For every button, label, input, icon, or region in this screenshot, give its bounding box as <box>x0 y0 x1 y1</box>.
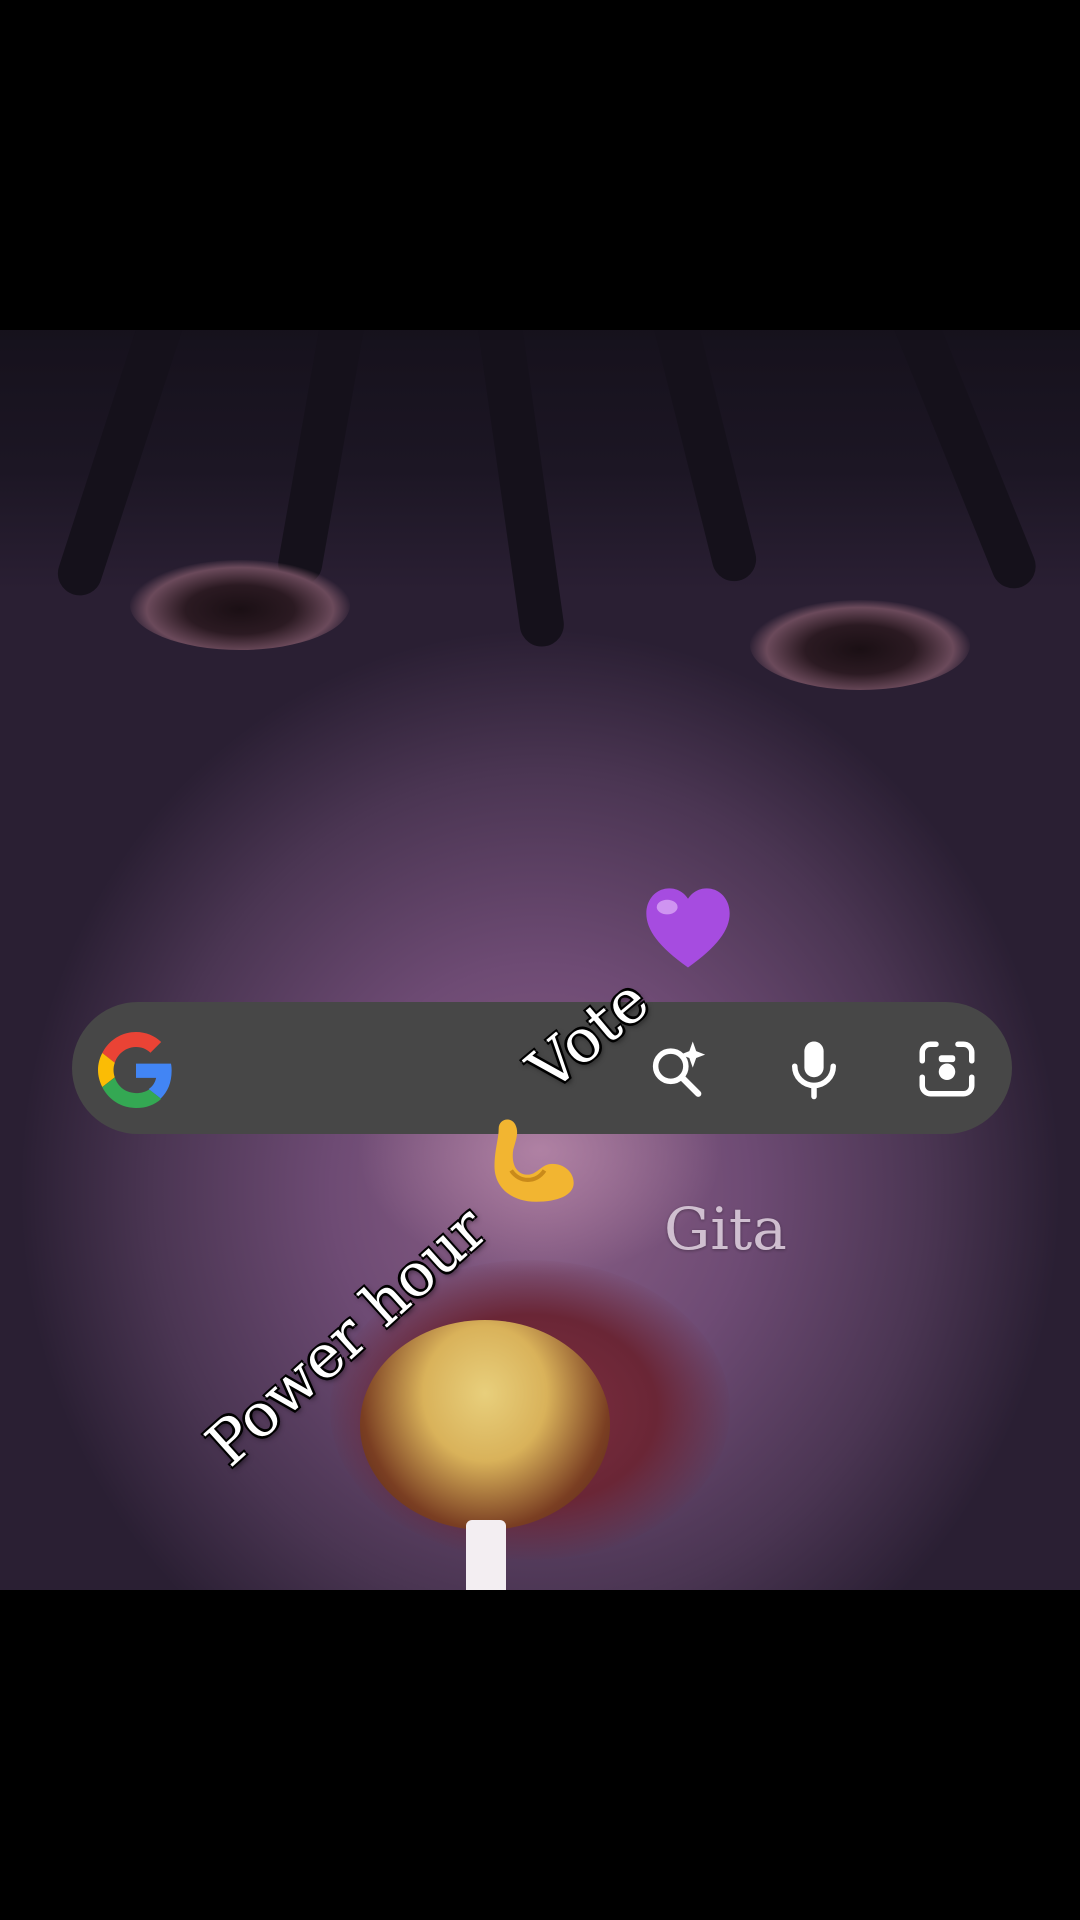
purple-heart-icon <box>646 888 730 968</box>
background-photo <box>0 330 1080 1590</box>
lollipop-stick <box>466 1520 506 1590</box>
left-eye <box>130 560 350 650</box>
camera-lens-icon[interactable] <box>914 1036 980 1102</box>
google-g-logo <box>98 1032 172 1108</box>
lollipop <box>360 1320 610 1530</box>
screen: Vote Power hour Gita <box>0 0 1080 1920</box>
watermark-text: Gita <box>664 1195 787 1263</box>
mic-icon[interactable] <box>781 1036 847 1102</box>
right-eye <box>750 600 970 690</box>
ai-search-icon[interactable] <box>646 1036 712 1102</box>
flexed-biceps-icon <box>494 1119 574 1202</box>
